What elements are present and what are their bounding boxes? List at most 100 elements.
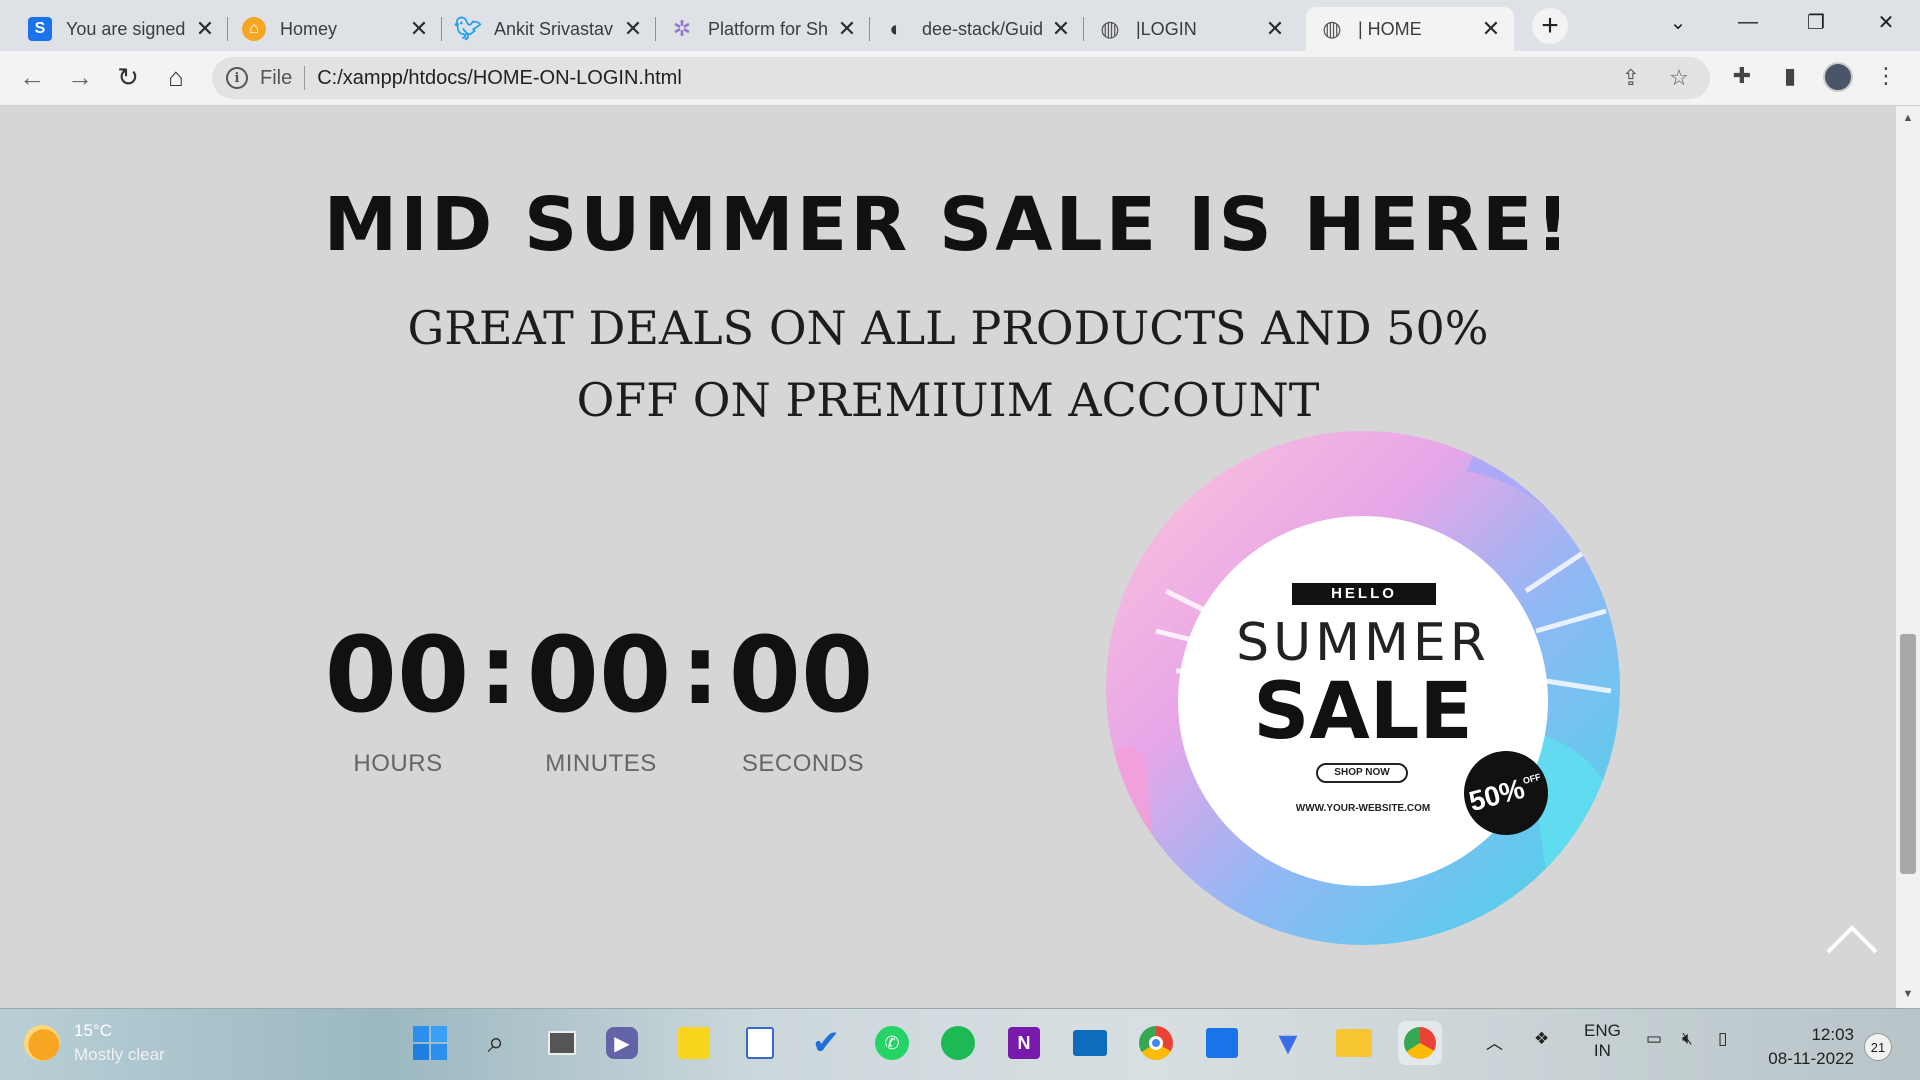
sale-subline: GREAT DEALS ON ALL PRODUCTS AND 50% OFF … [407,301,1489,427]
minimize-icon[interactable]: — [1720,0,1776,44]
timer-seconds: 00 [728,614,874,736]
timer-hours: 00 [324,614,470,736]
sale-headline: MID SUMMER SALE IS HERE! [323,182,1573,268]
close-icon[interactable]: ✕ [1480,16,1502,41]
battery-icon[interactable]: ▯ [1718,1029,1727,1049]
spotify-icon[interactable] [936,1021,980,1065]
hours-label: HOURS [353,750,443,777]
share-icon[interactable]: ⇪ [1618,65,1644,91]
close-icon[interactable]: ✕ [1050,16,1072,41]
clock[interactable]: 12:03 08-11-2022 [1758,1023,1854,1071]
close-icon[interactable]: ✕ [408,16,430,41]
minutes-label: MINUTES [545,750,657,777]
weather-desc: Mostly clear [74,1045,165,1064]
seconds-label: SECONDS [741,750,865,777]
vpn-triangle-icon[interactable]: ▼ [1266,1021,1310,1065]
input-language[interactable]: ENG IN [1584,1021,1621,1061]
tray-overflow-chevron-icon[interactable]: ︿ [1486,1029,1503,1054]
file-explorer-icon[interactable] [1332,1021,1376,1065]
search-icon[interactable]: ⌕ [474,1021,518,1065]
tab-title: Platform for Sh [708,18,828,39]
teams-chat-icon[interactable]: ▶ [606,1027,638,1059]
onenote-icon[interactable]: N [1002,1021,1046,1065]
weather-widget[interactable]: 15°C Mostly clear [24,1021,165,1065]
clock-date: 08-11-2022 [1768,1049,1854,1068]
tab-signed-in[interactable]: S You are signed ✕ [14,7,228,51]
task-view-icon[interactable] [540,1021,584,1065]
signin-favicon-icon: S [28,17,52,41]
mail-icon[interactable] [1068,1021,1112,1065]
tab-title: | HOME [1358,18,1422,39]
whiteboard-icon[interactable] [738,1021,782,1065]
weather-temp: 15°C [74,1021,112,1040]
tab-homey[interactable]: ⌂ Homey ✕ [228,7,442,51]
close-icon[interactable]: ✕ [622,16,644,41]
url-scheme: File [260,66,293,89]
dropbox-icon[interactable]: ❖ [1534,1029,1549,1049]
chrome-profile-icon[interactable] [1398,1021,1442,1065]
tab-platform[interactable]: ✲ Platform for Sh ✕ [656,7,870,51]
new-tab-button[interactable]: + [1532,8,1568,44]
hello-banner: HELLO [1292,583,1436,605]
tab-home-active[interactable]: ◍ | HOME ✕ [1306,7,1514,51]
tab-title: |LOGIN [1136,18,1197,39]
whatsapp-icon[interactable]: ✆ [870,1021,914,1065]
summer-sale-image: HELLO SUMMER SALE SHOP NOW WWW.YOUR-WEBS… [1106,431,1620,945]
close-icon[interactable]: ✕ [194,16,216,41]
browser-toolbar: ← → ↻ ⌂ i File C:/xampp/htdocs/HOME-ON-L… [0,51,1920,106]
back-icon[interactable]: ← [14,59,50,95]
tab-title: dee-stack/Guid [922,18,1042,39]
forward-icon[interactable]: → [62,59,98,95]
discount-suffix: OFF [1521,771,1542,787]
windows-taskbar: 15°C Mostly clear ⌕ ▶ ✔ ✆ N ▼ ︿ ❖ ENG IN… [0,1008,1920,1080]
window-close-icon[interactable]: ✕ [1858,0,1914,44]
restore-icon[interactable]: ❐ [1788,0,1844,44]
globe-icon: ◍ [1322,16,1342,41]
menu-kebab-icon[interactable]: ⋮ [1870,60,1902,92]
homey-favicon-icon: ⌂ [242,17,266,41]
network-icon[interactable]: ▭ [1646,1029,1662,1049]
reload-icon[interactable]: ↻ [110,59,146,95]
address-bar[interactable]: i File C:/xampp/htdocs/HOME-ON-LOGIN.htm… [212,57,1710,99]
lang-top: ENG [1584,1021,1621,1040]
clock-time: 12:03 [1811,1025,1854,1044]
lang-bottom: IN [1593,1041,1611,1060]
bookmark-star-icon[interactable]: ☆ [1666,65,1692,91]
scroll-to-top-icon[interactable] [1824,918,1880,958]
sticky-notes-icon[interactable] [672,1021,716,1065]
site-info-icon[interactable]: i [226,67,248,89]
website-text: WWW.YOUR-WEBSITE.COM [1295,803,1431,814]
close-icon[interactable]: ✕ [836,16,858,41]
weather-moon-icon [24,1025,60,1061]
shop-now-badge: SHOP NOW [1316,763,1408,783]
tab-login[interactable]: ◍ |LOGIN ✕ [1084,7,1298,51]
chrome-icon[interactable] [1134,1021,1178,1065]
page-content: MID SUMMER SALE IS HERE! GREAT DEALS ON … [0,106,1896,1008]
scroll-down-arrow-icon[interactable]: ▼ [1902,988,1914,1000]
home-icon[interactable]: ⌂ [158,59,194,95]
globe-icon: ◍ [1100,16,1120,41]
calendar-icon[interactable] [1200,1021,1244,1065]
tab-github[interactable]: ◐ dee-stack/Guid ✕ [870,7,1084,51]
tab-strip: S You are signed ✕ ⌂ Homey ✕ 🐦︎ Ankit Sr… [0,0,1920,51]
profile-avatar[interactable] [1823,62,1853,92]
timer-minutes: 00 [526,614,672,736]
extensions-icon[interactable]: ✚ [1726,60,1758,92]
side-panel-icon[interactable]: ▮ [1774,60,1806,92]
scroll-up-arrow-icon[interactable]: ▲ [1902,112,1914,124]
windows-start-icon[interactable] [408,1021,452,1065]
page-scrollbar[interactable]: ▲ ▼ [1896,106,1920,1008]
tab-search-icon[interactable]: ⌄ [1650,0,1706,44]
timer-separator: : [479,614,518,726]
close-icon[interactable]: ✕ [1264,16,1286,41]
tab-title: You are signed [66,18,186,39]
volume-muted-icon[interactable]: 🔇︎ [1682,1029,1693,1049]
url-text[interactable]: C:/xampp/htdocs/HOME-ON-LOGIN.html [317,67,682,90]
notification-badge[interactable]: 21 [1864,1033,1892,1061]
tab-title: Ankit Srivastav [494,18,614,39]
scrollbar-thumb[interactable] [1900,634,1916,874]
browser-window: S You are signed ✕ ⌂ Homey ✕ 🐦︎ Ankit Sr… [0,0,1920,1080]
todo-check-icon[interactable]: ✔ [804,1021,848,1065]
timer-separator: : [681,614,720,726]
tab-twitter[interactable]: 🐦︎ Ankit Srivastav ✕ [442,7,656,51]
